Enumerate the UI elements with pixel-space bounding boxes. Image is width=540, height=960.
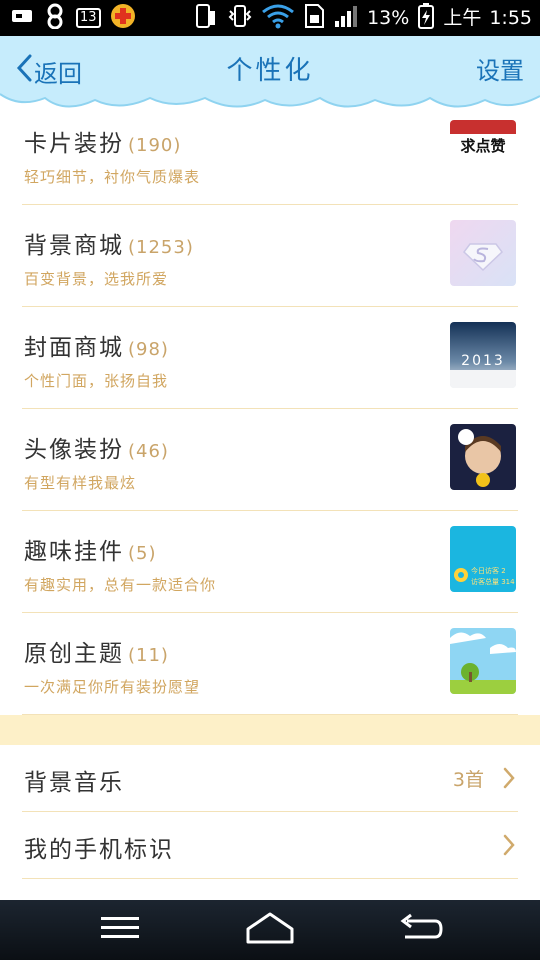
cover-thumb-text: 2013 xyxy=(461,353,505,369)
item-name: 头像装扮 (46) xyxy=(24,437,169,463)
list-item-avatar-dress[interactable]: 头像装扮 (46) 有型有样我最炫 xyxy=(22,408,518,511)
home-icon xyxy=(244,911,296,949)
item-name: 趣味挂件 (5) xyxy=(24,539,157,565)
battery-percent: 13% xyxy=(367,7,410,29)
item-count: (1253) xyxy=(128,237,194,258)
phone-icon xyxy=(193,3,219,33)
item-count: (11) xyxy=(128,645,169,666)
card-thumbnail: 求点赞 xyxy=(450,120,516,160)
settings-button[interactable]: 设置 xyxy=(476,54,524,88)
item-count: (46) xyxy=(128,441,169,462)
item-count: (190) xyxy=(128,135,182,156)
row-label: 我的手机标识 xyxy=(24,837,174,863)
list-item-fun-widget[interactable]: 趣味挂件 (5) 有趣实用，总有一款适合你 今日访客 2 访客总量 314 xyxy=(22,510,518,613)
system-nav-bar xyxy=(0,900,540,960)
widget-thumb-line2: 访客总量 314 xyxy=(471,577,515,586)
qq-8-icon xyxy=(42,3,68,33)
item-name: 原创主题 (11) xyxy=(24,641,169,667)
item-name: 封面商城 (98) xyxy=(24,335,169,361)
cover-thumbnail: 2013 xyxy=(450,322,516,388)
back-nav-button[interactable] xyxy=(390,910,450,950)
item-subtitle: 轻巧细节，衬你气质爆表 xyxy=(24,168,201,186)
page-title: 个性化 xyxy=(226,56,314,86)
clock: 1:55 xyxy=(489,7,532,29)
status-bar: 13 13% 上午 1:55 xyxy=(0,0,540,36)
card-thumb-text: 求点赞 xyxy=(460,137,505,155)
menu-button[interactable] xyxy=(90,910,150,950)
wifi-icon xyxy=(261,3,295,33)
avatar-thumbnail xyxy=(450,424,516,490)
list-item-cover-store[interactable]: 封面商城 (98) 个性门面，张扬自我 2013 xyxy=(22,306,518,409)
row-background-music[interactable]: 背景音乐 3首 xyxy=(22,745,518,812)
menu-icon xyxy=(100,913,140,947)
item-subtitle: 一次满足你所有装扮愿望 xyxy=(24,678,201,696)
widget-thumbnail: 今日访客 2 访客总量 314 xyxy=(450,526,516,592)
background-thumbnail xyxy=(450,220,516,286)
chevron-right-icon xyxy=(502,834,516,860)
item-name: 卡片装扮 (190) xyxy=(24,131,182,157)
section-divider-band xyxy=(0,715,540,745)
item-name: 背景商城 (1253) xyxy=(24,233,194,259)
item-subtitle: 有型有样我最炫 xyxy=(24,474,137,492)
notification-count-badge: 13 xyxy=(76,8,101,28)
row-label: 背景音乐 xyxy=(24,770,124,796)
health-app-icon xyxy=(109,2,137,34)
row-phone-badge[interactable]: 我的手机标识 xyxy=(22,812,518,879)
battery-charging-icon xyxy=(417,2,435,34)
list-item-background-store[interactable]: 背景商城 (1253) 百变背景，选我所爱 xyxy=(22,204,518,307)
item-subtitle: 个性门面，张扬自我 xyxy=(24,372,169,390)
list-item-original-theme[interactable]: 原创主题 (11) 一次满足你所有装扮愿望 xyxy=(22,612,518,715)
theme-thumbnail xyxy=(450,628,516,694)
home-button[interactable] xyxy=(240,910,300,950)
vibrate-icon xyxy=(227,3,253,33)
usb-debug-icon xyxy=(10,6,34,30)
item-subtitle: 百变背景，选我所爱 xyxy=(24,270,169,288)
sim-card-icon xyxy=(303,3,325,33)
row-value: 3首 xyxy=(452,769,484,791)
back-arrow-icon xyxy=(397,911,443,949)
list-item-card-dress[interactable]: 卡片装扮 (190) 轻巧细节，衬你气质爆表 求点赞 xyxy=(22,102,518,205)
time-period: 上午 xyxy=(443,7,482,29)
item-subtitle: 有趣实用，总有一款适合你 xyxy=(24,576,217,594)
widget-thumb-line1: 今日访客 2 xyxy=(471,566,506,575)
signal-icon xyxy=(333,3,359,33)
chevron-right-icon xyxy=(502,767,516,793)
item-count: (98) xyxy=(128,339,169,360)
item-count: (5) xyxy=(128,543,157,564)
